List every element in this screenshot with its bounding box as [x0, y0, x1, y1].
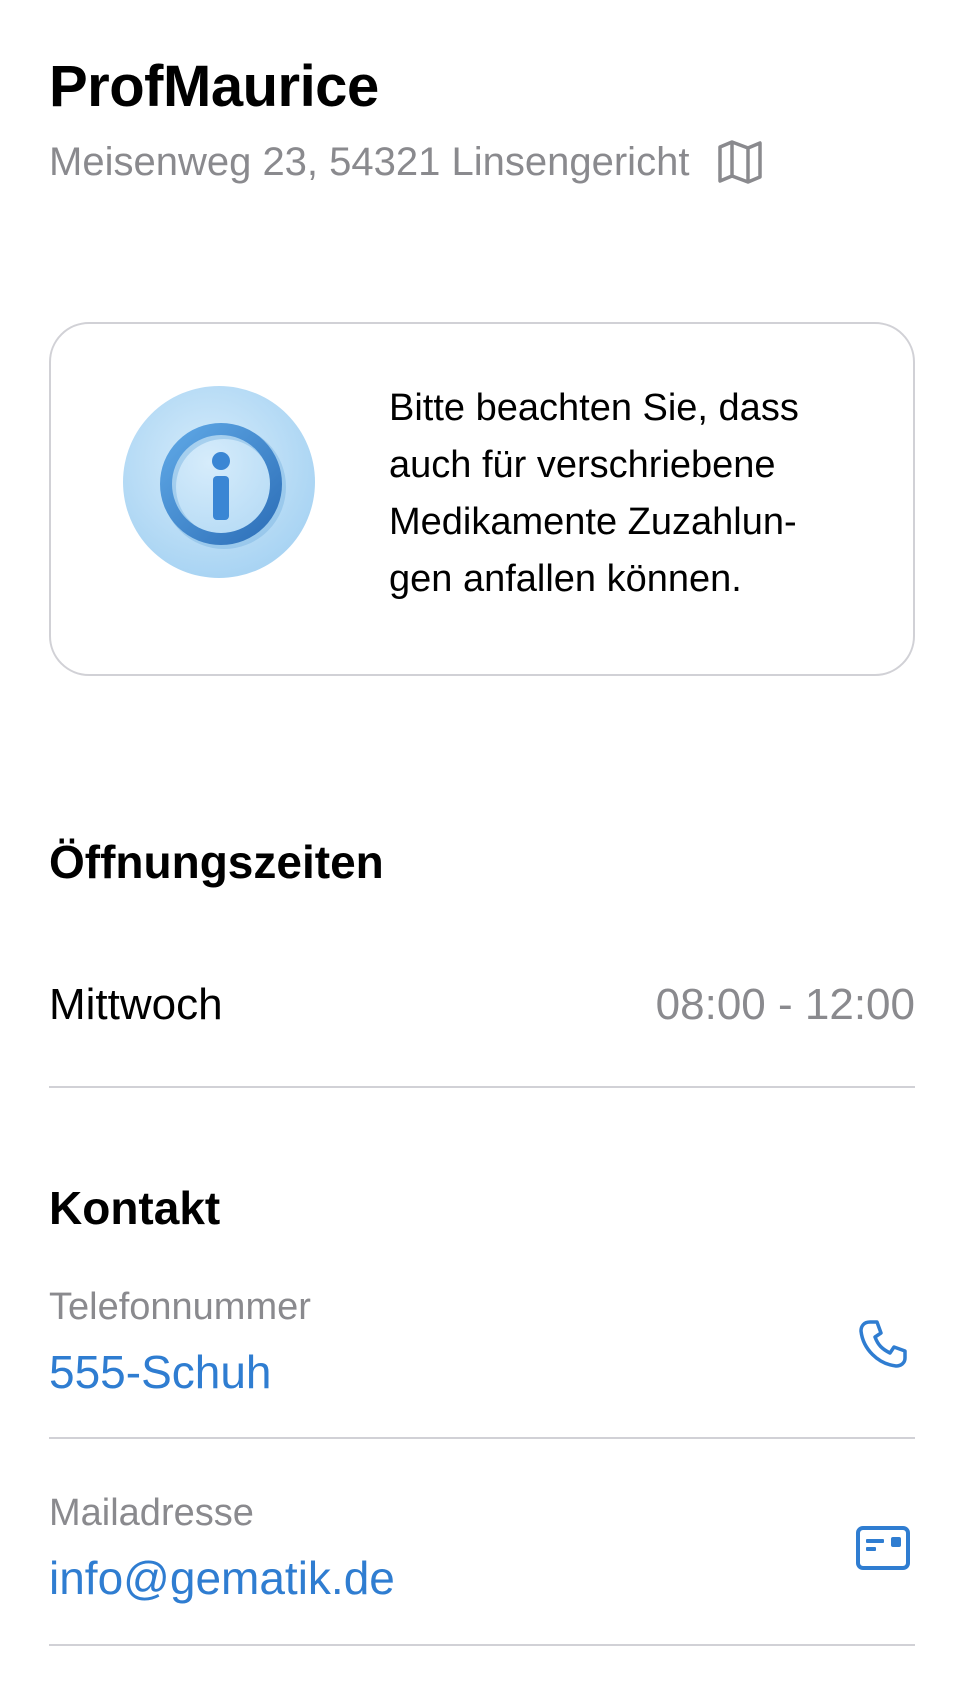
mail-address-link[interactable]: info@gematik.de: [49, 1550, 395, 1606]
hint-line: gen anfallen können.: [389, 558, 742, 600]
hint-line: auch für verschriebene: [389, 444, 776, 486]
mail-label: Mailadresse: [49, 1492, 254, 1534]
phone-row[interactable]: Telefonnummer 555-Schuh: [49, 1284, 915, 1424]
phone-number-link[interactable]: 555-Schuh: [49, 1344, 272, 1400]
divider: [49, 1644, 915, 1646]
pharmacy-detail-page: ProfMaurice Meisenweg 23, 54321 Linsenge…: [0, 0, 960, 1704]
hint-line: Bitte beachten Sie, dass: [389, 387, 799, 429]
copayment-hint-card: Bitte beachten Sie, dass auch für versch…: [49, 322, 915, 676]
info-icon: [121, 384, 317, 580]
address-row[interactable]: Meisenweg 23, 54321 Linsengericht: [49, 137, 763, 187]
opening-hours-row: Mittwoch 08:00 - 12:00: [49, 975, 915, 1035]
pharmacy-name: ProfMaurice: [49, 54, 379, 119]
phone-label: Telefonnummer: [49, 1286, 311, 1328]
contact-heading: Kontakt: [49, 1182, 221, 1234]
hint-line: Medikamente Zuzahlun-: [389, 501, 797, 543]
divider: [49, 1437, 915, 1439]
copayment-hint-text: Bitte beachten Sie, dass auch für versch…: [389, 380, 889, 608]
mail-row[interactable]: Mailadresse info@gematik.de: [49, 1490, 915, 1630]
pharmacy-address: Meisenweg 23, 54321 Linsengericht: [49, 140, 690, 184]
divider: [49, 1086, 915, 1088]
phone-icon[interactable]: [855, 1316, 911, 1372]
opening-hours-heading: Öffnungszeiten: [49, 836, 384, 888]
opening-time: 08:00 - 12:00: [655, 980, 915, 1029]
map-icon[interactable]: [717, 140, 763, 184]
opening-day: Mittwoch: [49, 980, 223, 1029]
mail-icon[interactable]: [855, 1520, 911, 1576]
